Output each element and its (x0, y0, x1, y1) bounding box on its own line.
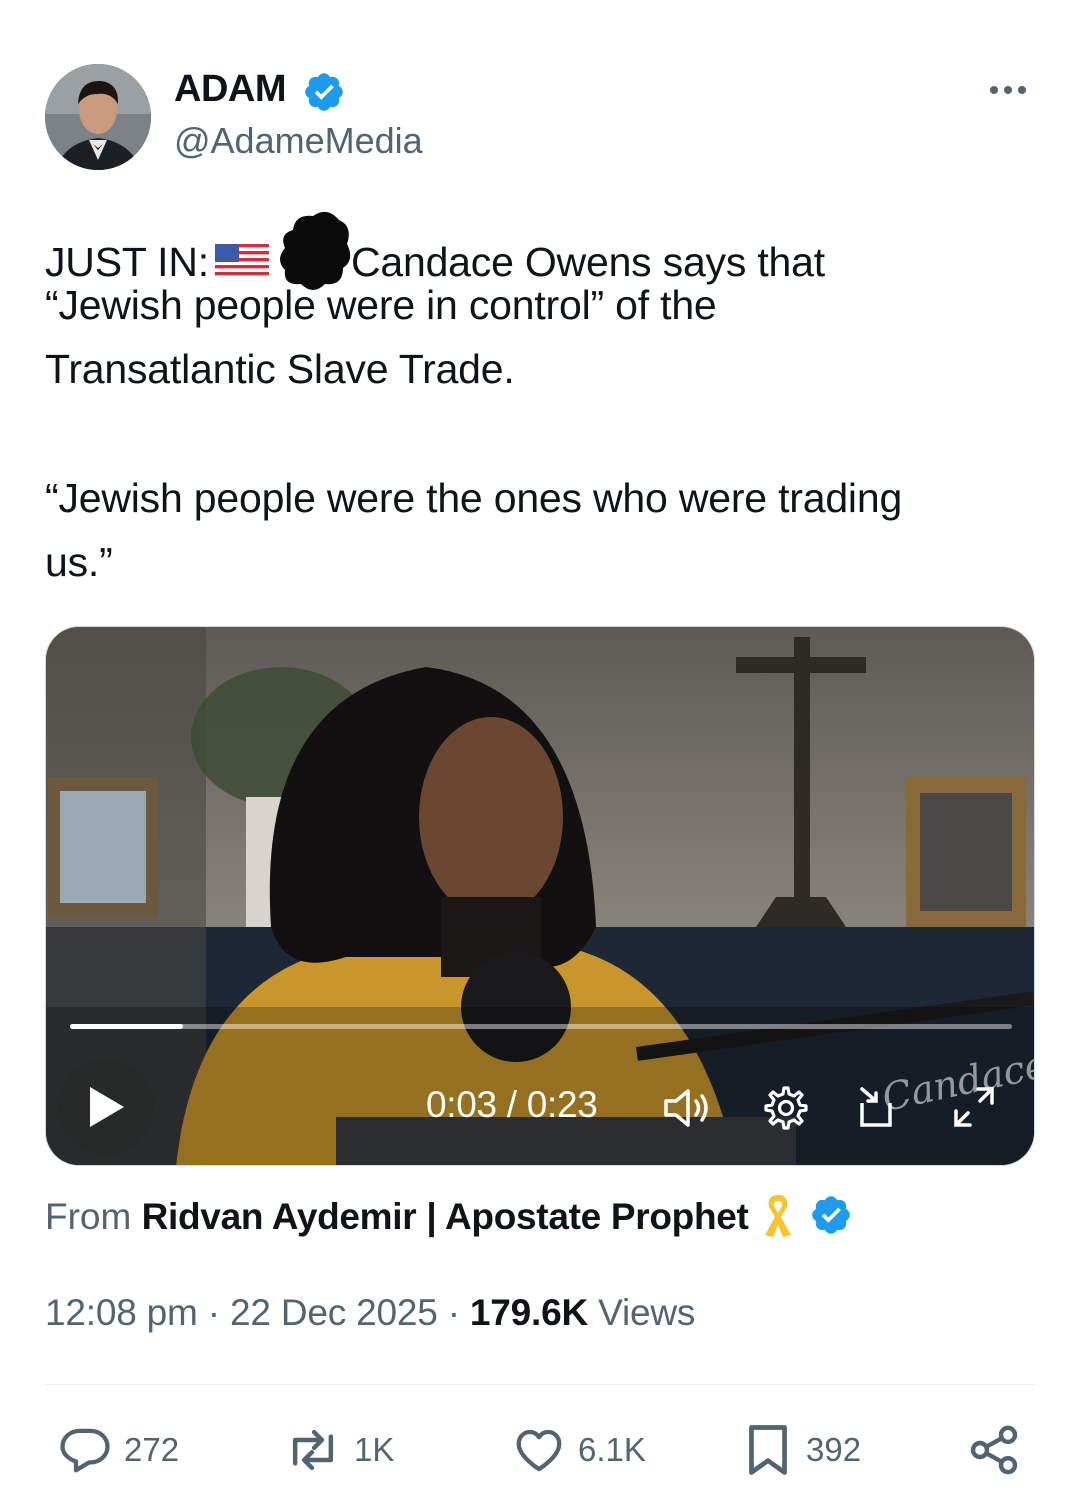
bookmark-button[interactable]: 392 (742, 1420, 861, 1480)
repost-count: 1K (354, 1431, 395, 1468)
tweet-time[interactable]: 12:08 pm (45, 1292, 198, 1333)
verified-badge-icon[interactable] (302, 70, 346, 114)
like-count: 6.1K (578, 1431, 646, 1468)
video-source-attribution[interactable]: From Ridvan Aydemir | Apostate Prophet (45, 1191, 853, 1242)
settings-gear-icon[interactable] (762, 1084, 810, 1132)
tweet-line-2: “Jewish people were in control” of the (45, 281, 717, 328)
video-progress-fill (70, 1024, 184, 1029)
author-handle[interactable]: @AdameMedia (174, 118, 423, 164)
views-count: 179.6K (469, 1292, 589, 1333)
video-time: 0:03 / 0:23 (426, 1084, 598, 1125)
video-progress-bar[interactable] (70, 1024, 1012, 1029)
tweet-text: JUST IN: Candace Owens says that “Jewish… (45, 208, 1035, 595)
tweet-line-1: JUST IN: Candace Owens says that (45, 208, 1035, 290)
tweet-line-3: Transatlantic Slave Trade. (45, 346, 515, 392)
from-label: From (45, 1196, 132, 1237)
avatar-image (45, 64, 151, 170)
play-button[interactable] (58, 1059, 154, 1155)
reply-button[interactable]: 272 (58, 1420, 179, 1480)
divider (45, 1384, 1035, 1385)
avatar[interactable] (45, 64, 151, 170)
play-icon (90, 1087, 124, 1127)
tweet-line-4: “Jewish people were the ones who were tr… (45, 474, 903, 521)
tweet-date[interactable]: 22 Dec 2025 (230, 1292, 438, 1333)
share-icon (970, 1425, 1018, 1475)
fullscreen-icon[interactable] (950, 1083, 998, 1131)
author-name[interactable]: ADAM (174, 66, 286, 112)
more-options-icon[interactable] (990, 80, 1034, 100)
reply-icon (60, 1428, 110, 1473)
meta-separator: · (447, 1292, 460, 1333)
volume-icon[interactable] (662, 1085, 718, 1131)
source-account-name[interactable]: Ridvan Aydemir | Apostate Prophet (142, 1196, 749, 1237)
repost-icon (292, 1429, 334, 1471)
bookmark-count: 392 (806, 1431, 862, 1468)
tweet-line-5: us.” (45, 539, 113, 585)
views-label: Views (598, 1292, 696, 1333)
repost-button[interactable]: 1K (284, 1420, 394, 1480)
yellow-ribbon-icon (764, 1195, 791, 1237)
share-button[interactable] (966, 1420, 1022, 1480)
heart-icon (516, 1429, 562, 1472)
source-verified-badge-icon (811, 1196, 850, 1234)
tweet-metadata: 12:08 pm · 22 Dec 2025 · 179.6K Views (45, 1288, 695, 1338)
meta-separator: · (207, 1292, 220, 1333)
video-player[interactable]: 0:03 / 0:23 Candace (45, 626, 1035, 1166)
bookmark-icon (749, 1425, 787, 1475)
like-button[interactable]: 6.1K (512, 1420, 646, 1480)
reply-count: 272 (124, 1431, 180, 1468)
